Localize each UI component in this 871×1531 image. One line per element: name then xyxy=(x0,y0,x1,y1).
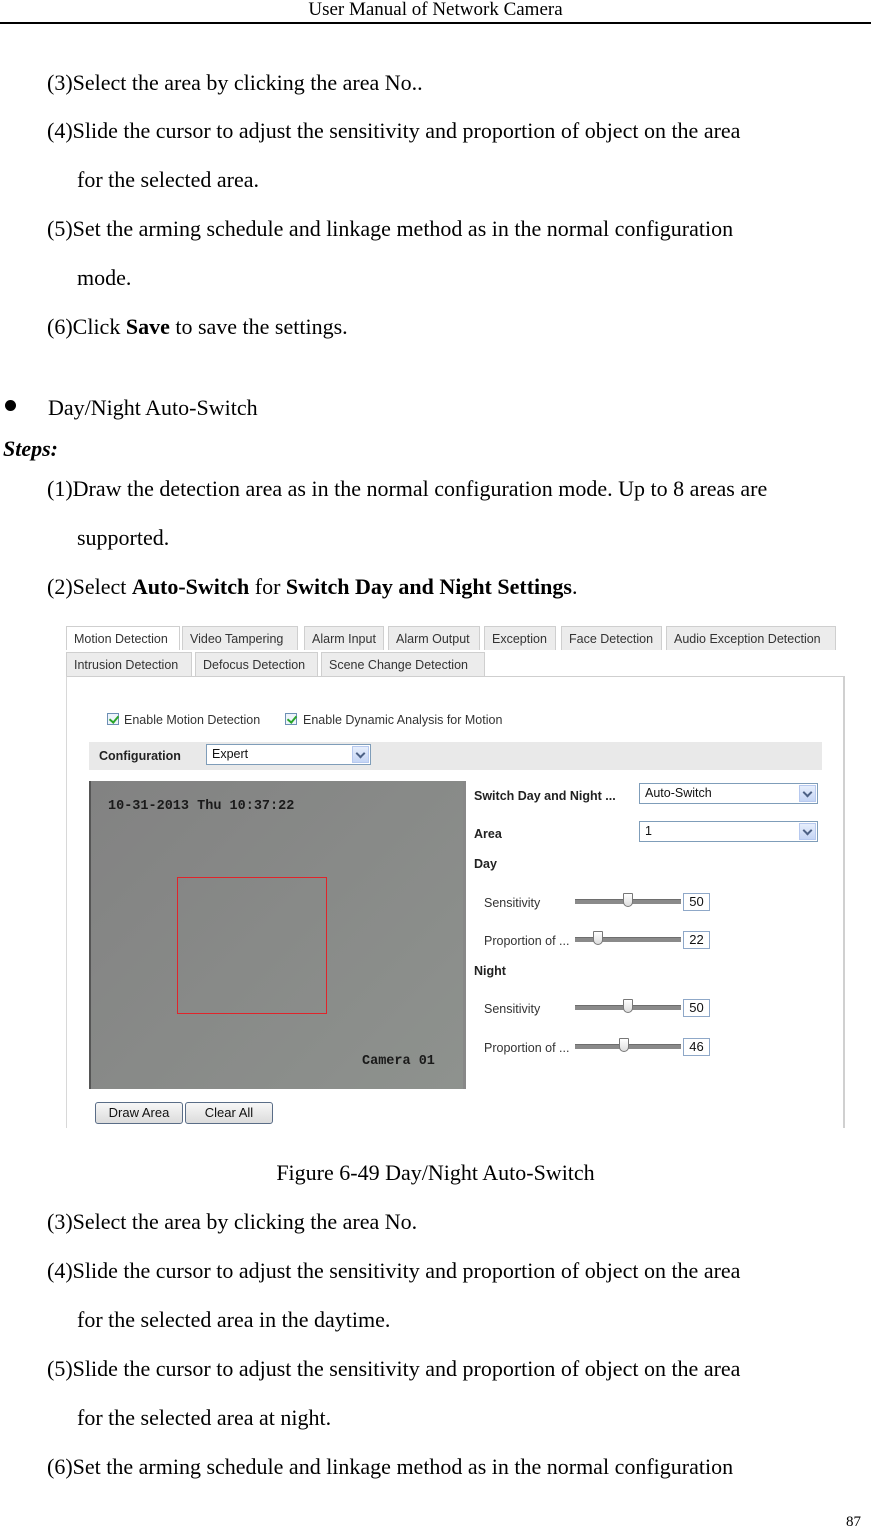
tab-scene-change-detection[interactable]: Scene Change Detection xyxy=(321,652,485,676)
night-sensitivity-label: Sensitivity xyxy=(484,1002,541,1016)
area-value: 1 xyxy=(645,824,652,838)
intro-step-4-cont: for the selected area. xyxy=(77,167,259,192)
step-2: (2)Select Auto-Switch for Switch Day and… xyxy=(47,574,577,600)
day-sensitivity-value[interactable]: 50 xyxy=(683,893,710,911)
steps-label: Steps: xyxy=(3,436,58,461)
configuration-bar: Configuration Expert xyxy=(89,742,822,770)
enable-dynamic-analysis-label: Enable Dynamic Analysis for Motion xyxy=(303,713,503,727)
tab-intrusion-detection[interactable]: Intrusion Detection xyxy=(66,652,192,676)
day-proportion-slider[interactable] xyxy=(575,931,681,947)
header-rule xyxy=(0,22,871,24)
tab-audio-exception-detection[interactable]: Audio Exception Detection xyxy=(666,626,836,650)
slider-thumb[interactable] xyxy=(623,999,633,1013)
step-text: (6)Click xyxy=(47,314,126,339)
chevron-down-icon[interactable] xyxy=(799,785,816,802)
intro-step-5-cont: mode. xyxy=(77,265,132,290)
tab-video-tampering[interactable]: Video Tampering xyxy=(182,626,298,650)
live-video-preview[interactable]: 10-31-2013 Thu 10:37:22 Camera 01 xyxy=(89,781,463,1089)
night-sensitivity-slider[interactable] xyxy=(575,999,681,1015)
enable-motion-detection-checkbox[interactable] xyxy=(107,713,119,725)
after-step-4: (4)Slide the cursor to adjust the sensit… xyxy=(47,1258,741,1283)
chevron-down-icon[interactable] xyxy=(352,746,369,763)
slider-track xyxy=(575,937,681,942)
step-text: to save the settings. xyxy=(169,314,348,339)
intro-step-5: (5)Set the arming schedule and linkage m… xyxy=(47,216,734,241)
configuration-select[interactable]: Expert xyxy=(206,744,371,765)
day-sensitivity-slider[interactable] xyxy=(575,893,681,909)
after-step-5: (5)Slide the cursor to adjust the sensit… xyxy=(47,1356,741,1381)
switch-day-night-value: Auto-Switch xyxy=(645,786,712,800)
intro-step-4: (4)Slide the cursor to adjust the sensit… xyxy=(47,118,741,143)
configuration-label: Configuration xyxy=(99,749,181,763)
day-sensitivity-label: Sensitivity xyxy=(484,896,541,910)
enable-motion-detection-label: Enable Motion Detection xyxy=(124,713,261,727)
day-proportion-label: Proportion of ... xyxy=(484,934,570,948)
video-divider xyxy=(463,781,466,1089)
after-step-6: (6)Set the arming schedule and linkage m… xyxy=(47,1454,734,1479)
page-number: 87 xyxy=(846,1514,861,1530)
tab-defocus-detection[interactable]: Defocus Detection xyxy=(195,652,318,676)
night-heading: Night xyxy=(474,964,506,978)
area-select[interactable]: 1 xyxy=(639,821,818,842)
osd-timestamp: 10-31-2013 Thu 10:37:22 xyxy=(108,799,295,814)
save-keyword: Save xyxy=(125,314,170,339)
step-1: (1)Draw the detection area as in the nor… xyxy=(47,476,768,501)
night-proportion-value[interactable]: 46 xyxy=(683,1038,710,1056)
osd-camera-name: Camera 01 xyxy=(362,1054,435,1069)
tab-face-detection[interactable]: Face Detection xyxy=(561,626,662,650)
day-proportion-value[interactable]: 22 xyxy=(683,931,710,949)
slider-thumb[interactable] xyxy=(618,1038,629,1052)
slider-thumb[interactable] xyxy=(623,893,633,907)
switch-day-night-select[interactable]: Auto-Switch xyxy=(639,783,818,804)
night-proportion-slider[interactable] xyxy=(575,1038,681,1054)
night-proportion-label: Proportion of ... xyxy=(484,1041,570,1055)
figure-caption: Figure 6-49 Day/Night Auto-Switch xyxy=(276,1160,595,1185)
tab-exception[interactable]: Exception xyxy=(484,626,556,650)
bullet-icon xyxy=(5,400,16,411)
after-step-3: (3)Select the area by clicking the area … xyxy=(47,1209,418,1234)
after-step-5-cont: for the selected area at night. xyxy=(77,1405,332,1430)
step-text: for xyxy=(249,574,286,599)
figure-screenshot: Motion Detection Video Tampering Alarm I… xyxy=(66,624,846,1128)
chevron-down-icon[interactable] xyxy=(799,823,816,840)
slider-thumb[interactable] xyxy=(593,931,604,945)
switch-day-night-label: Switch Day and Night ... xyxy=(474,789,616,803)
auto-switch-keyword: Auto-Switch xyxy=(131,574,250,599)
day-heading: Day xyxy=(474,857,497,871)
step-text: . xyxy=(571,574,578,599)
detection-area-rectangle[interactable] xyxy=(177,877,327,1014)
draw-area-button[interactable]: Draw Area xyxy=(95,1102,183,1124)
intro-step-3: (3)Select the area by clicking the area … xyxy=(47,70,423,95)
clear-all-button[interactable]: Clear All xyxy=(185,1102,273,1124)
area-label: Area xyxy=(474,827,502,841)
switch-setting-keyword: Switch Day and Night Settings xyxy=(285,574,572,599)
document-header: User Manual of Network Camera xyxy=(308,0,563,20)
tab-alarm-input[interactable]: Alarm Input xyxy=(304,626,384,650)
after-step-4-cont: for the selected area in the daytime. xyxy=(77,1307,391,1332)
enable-dynamic-analysis-checkbox[interactable] xyxy=(285,713,297,725)
night-sensitivity-value[interactable]: 50 xyxy=(683,999,710,1017)
section-title: Day/Night Auto-Switch xyxy=(48,395,258,420)
step-text: (2)Select xyxy=(47,574,132,599)
step-1-cont: supported. xyxy=(77,525,170,550)
tab-alarm-output[interactable]: Alarm Output xyxy=(388,626,480,650)
configuration-value: Expert xyxy=(212,747,249,761)
intro-step-6: (6)Click Save to save the settings. xyxy=(47,314,348,340)
tab-motion-detection[interactable]: Motion Detection xyxy=(66,626,180,650)
